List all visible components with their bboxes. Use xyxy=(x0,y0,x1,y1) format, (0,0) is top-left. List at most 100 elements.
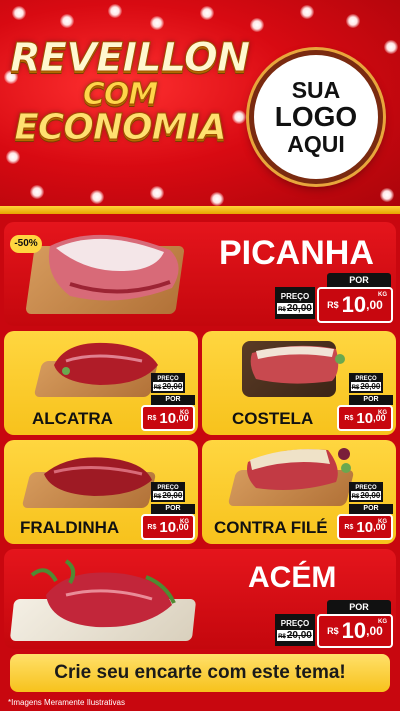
currency-symbol: R$ xyxy=(344,414,354,422)
new-price-box: R$ 10 ,00 KG xyxy=(337,514,393,540)
unit-kg: KG xyxy=(378,410,387,416)
header-banner: REVEILLON COM ECONOMIA SUA LOGO AQUI xyxy=(0,0,400,214)
title-line-3: ECONOMIA xyxy=(14,107,227,148)
new-price-box: R$ 10 ,00 KG xyxy=(141,405,195,431)
flyer-page: REVEILLON COM ECONOMIA SUA LOGO AQUI PIC… xyxy=(0,0,400,711)
new-price-int: 10 xyxy=(341,618,367,643)
old-price-value: R$ 20,00 xyxy=(153,381,183,391)
logo-placeholder: SUA LOGO AQUI xyxy=(249,50,383,184)
new-price-label: POR xyxy=(151,395,195,405)
product-card-contrafile: CONTRA FILÉ PREÇO R$ 20,00 POR R$ 10 ,00… xyxy=(202,440,396,544)
light-bulb-icon xyxy=(60,14,74,28)
logo-text-3: AQUI xyxy=(287,130,345,157)
product-name: PICANHA xyxy=(219,234,374,272)
costela-meat-icon xyxy=(250,345,345,384)
unit-kg: KG xyxy=(378,292,387,298)
new-price-label: POR xyxy=(349,504,393,514)
product-name: ACÉM xyxy=(248,561,337,594)
unit-kg: KG xyxy=(180,519,189,525)
light-bulb-icon xyxy=(90,190,104,204)
currency-symbol: R$ xyxy=(344,523,354,531)
light-bulb-icon xyxy=(346,14,360,28)
new-price-box: R$ 10 ,00 KG xyxy=(141,514,195,540)
product-card-fraldinha: FRALDINHA PREÇO R$ 20,00 POR R$ 10 ,00 K… xyxy=(4,440,198,544)
old-price-amount: 20,00 xyxy=(162,381,183,391)
light-bulb-icon xyxy=(200,6,214,20)
light-bulb-icon xyxy=(380,188,394,202)
product-name: CONTRA FILÉ xyxy=(214,518,328,537)
light-bulb-icon xyxy=(232,110,246,124)
unit-kg: KG xyxy=(180,410,189,416)
logo-text-2: LOGO xyxy=(274,101,358,133)
currency-symbol: R$ xyxy=(278,307,286,313)
light-bulb-icon xyxy=(300,5,314,19)
old-price-label: PREÇO xyxy=(280,619,310,628)
currency-symbol: R$ xyxy=(327,300,339,310)
picanha-meat-icon xyxy=(48,234,179,301)
currency-symbol: R$ xyxy=(327,626,339,636)
old-price-amount: 20,00 xyxy=(360,381,381,391)
old-price-box: PREÇO R$ 20,00 xyxy=(275,614,315,646)
light-bulb-icon xyxy=(150,186,164,200)
alcatra-meat-icon xyxy=(54,342,158,385)
currency-symbol: R$ xyxy=(147,523,157,531)
old-price-label: PREÇO xyxy=(280,292,310,301)
light-bulb-icon xyxy=(150,16,164,30)
light-bulb-icon xyxy=(384,40,398,54)
product-name: FRALDINHA xyxy=(20,518,120,537)
old-price-value: R$ 20,00 xyxy=(351,381,381,391)
light-bulb-icon xyxy=(250,18,264,32)
old-price-box: PREÇO R$ 20,00 xyxy=(151,373,185,393)
light-bulb-icon xyxy=(210,192,224,206)
new-price-box: R$ 10 ,00 KG xyxy=(317,614,393,648)
new-price-label: POR xyxy=(151,504,195,514)
new-price-int: 10 xyxy=(356,518,374,536)
currency-symbol: R$ xyxy=(153,493,162,500)
disclaimer-text: *Imagens Meramente Ilustrativas xyxy=(8,698,125,707)
new-price-int: 10 xyxy=(159,518,177,536)
product-card-alcatra: ALCATRA PREÇO R$ 20,00 POR R$ 10 ,00 KG xyxy=(4,331,198,435)
currency-symbol: R$ xyxy=(351,493,360,500)
contrafile-meat-icon xyxy=(247,448,351,490)
old-price-box: PREÇO R$ 20,00 xyxy=(349,373,383,393)
new-price-int: 10 xyxy=(159,409,177,427)
new-price-label: POR xyxy=(349,395,393,405)
old-price-amount: 20,00 xyxy=(286,303,312,314)
unit-kg: KG xyxy=(378,519,387,525)
old-price-box: PREÇO R$ 20,00 xyxy=(151,482,185,502)
title-line-2: COM xyxy=(82,77,158,112)
new-price-box: R$ 10 ,00 KG xyxy=(317,287,393,323)
acem-meat-icon xyxy=(30,559,176,628)
cta-banner[interactable]: Crie seu encarte com este tema! xyxy=(10,654,390,692)
campaign-title: REVEILLON COM ECONOMIA xyxy=(10,35,251,148)
light-bulb-icon xyxy=(108,4,122,18)
unit-kg: KG xyxy=(378,619,387,625)
fraldinha-meat-icon xyxy=(44,457,152,496)
old-price-value: R$ 20,00 xyxy=(153,490,183,500)
light-bulb-icon xyxy=(12,6,26,20)
new-price-dec: ,00 xyxy=(366,624,383,638)
currency-symbol: R$ xyxy=(153,384,162,391)
old-price-amount: 20,00 xyxy=(286,630,312,641)
old-price-amount: 20,00 xyxy=(360,490,381,500)
currency-symbol: R$ xyxy=(147,414,157,422)
old-price-box: PREÇO R$ 20,00 xyxy=(349,482,383,502)
light-bulb-icon xyxy=(30,185,44,199)
old-price-value: R$ 20,00 xyxy=(277,303,313,314)
new-price-label: POR xyxy=(327,600,391,614)
discount-badge: -50% xyxy=(10,235,42,253)
product-name: ALCATRA xyxy=(32,409,113,428)
old-price-amount: 20,00 xyxy=(162,490,183,500)
light-bulb-icon xyxy=(6,150,20,164)
currency-symbol: R$ xyxy=(278,634,286,640)
new-price-dec: ,00 xyxy=(366,298,383,312)
new-price-label: POR xyxy=(327,273,391,287)
new-price-box: R$ 10 ,00 KG xyxy=(337,405,393,431)
currency-symbol: R$ xyxy=(351,384,360,391)
title-line-1: REVEILLON xyxy=(10,35,251,81)
new-price-int: 10 xyxy=(341,292,367,317)
product-name: COSTELA xyxy=(232,409,314,428)
old-price-value: R$ 20,00 xyxy=(351,490,381,500)
header-gold-bar xyxy=(0,206,400,214)
old-price-box: PREÇO R$ 20,00 xyxy=(275,287,315,319)
